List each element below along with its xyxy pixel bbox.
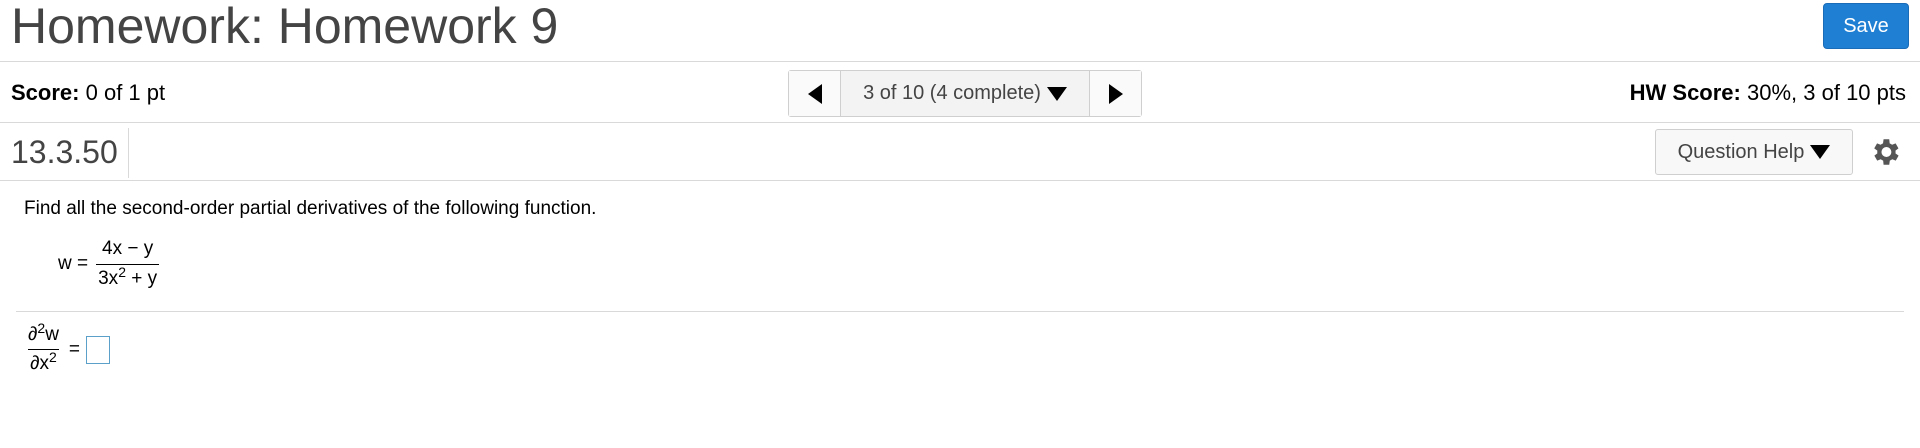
denominator-exponent: 2 [118,264,126,280]
denominator-rest: + y [125,268,158,289]
function-expression: w = 4x − y 3x2 + y [58,238,160,290]
question-help-label: Question Help [1677,140,1805,163]
denominator-symbol: ∂x [30,353,49,374]
partial-symbol: ∂ [28,324,38,345]
question-number: 13.3.50 [11,134,118,170]
divider [128,128,129,178]
answer-row: ∂2w ∂x2 = [26,321,111,375]
question-position-text: 3 of 10 (4 complete) [863,82,1041,104]
numerator-variable: w [45,324,59,345]
hw-score: HW Score: 30%, 3 of 10 pts [1630,80,1906,106]
question-navigator: 3 of 10 (4 complete) [788,70,1142,117]
answer-input[interactable] [86,335,111,364]
question-score: Score: 0 of 1 pt [11,80,165,106]
question-content: Find all the second-order partial deriva… [0,182,1920,448]
save-button[interactable]: Save [1823,3,1909,49]
caret-down-icon [1046,86,1067,101]
title-bar: Homework: Homework 9 Save [0,0,1920,62]
previous-question-button[interactable] [789,71,841,116]
partial-derivative-label: ∂2w ∂x2 [26,321,61,375]
function-lhs: w = [58,253,89,274]
function-denominator: 3x2 + y [96,264,160,290]
score-value: 0 of 1 pt [85,80,166,105]
question-help-button[interactable]: Question Help [1655,129,1853,175]
denominator-base: 3x [98,268,119,289]
question-prompt: Find all the second-order partial deriva… [24,198,597,219]
function-numerator: 4x − y [102,238,154,259]
derivative-numerator: ∂2w [26,321,61,349]
score-bar: Score: 0 of 1 pt 3 of 10 (4 complete) HW… [0,63,1920,123]
arrow-right-icon [1108,83,1123,104]
page-title: Homework: Homework 9 [11,0,559,54]
hw-score-value: 30%, 3 of 10 pts [1747,80,1906,105]
question-bar: 13.3.50 Question Help [0,124,1920,181]
function-fraction: 4x − y 3x2 + y [96,238,160,290]
divider [16,311,1904,312]
derivative-denominator: ∂x2 [28,349,59,375]
denominator-exponent: 2 [49,349,57,365]
caret-down-icon [1810,145,1831,159]
score-label: Score: [11,80,80,105]
next-question-button[interactable] [1089,71,1141,116]
arrow-left-icon [807,83,822,104]
question-position-dropdown[interactable]: 3 of 10 (4 complete) [841,71,1089,116]
gear-icon[interactable] [1868,135,1902,169]
hw-score-label: HW Score: [1629,80,1741,105]
equals-sign: = [68,338,81,360]
